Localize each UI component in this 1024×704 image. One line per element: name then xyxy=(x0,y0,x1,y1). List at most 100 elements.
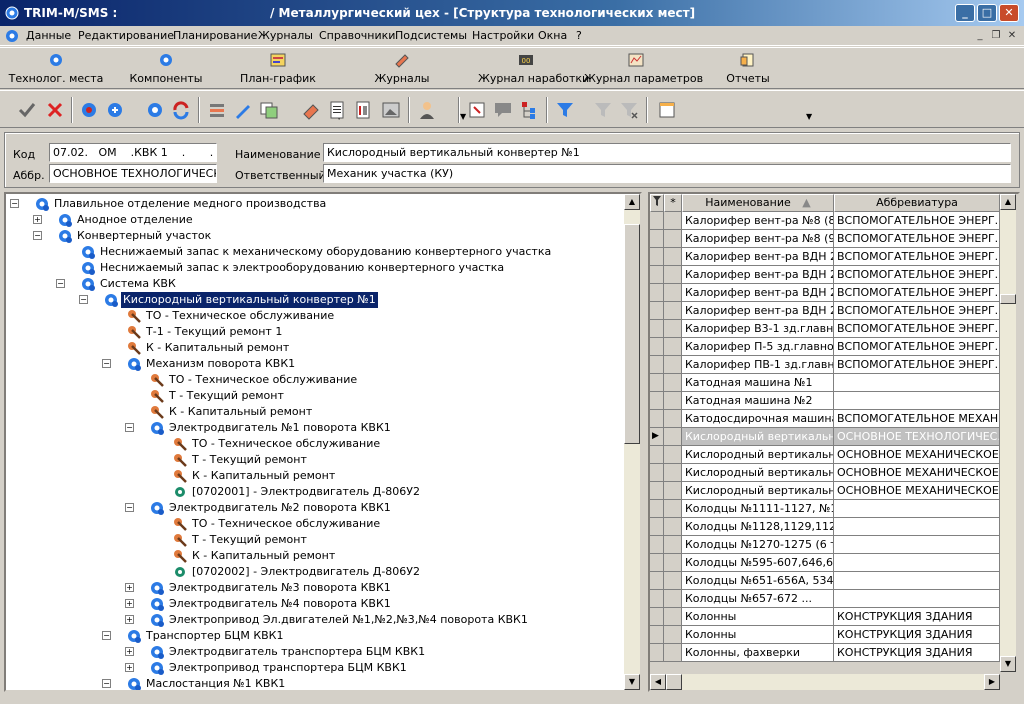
copy-icon[interactable] xyxy=(258,99,280,121)
menu-references[interactable]: Справочники xyxy=(319,29,395,42)
name-cell[interactable]: Калорифер вент-ра ВДН 2... xyxy=(682,302,834,320)
grid-name-header[interactable]: Наименование ▲ xyxy=(682,194,834,212)
abbr-cell[interactable]: ОСНОВНОЕ МЕХАНИЧЕСКОЕ... xyxy=(834,482,1000,500)
name-cell[interactable]: Колонны xyxy=(682,626,834,644)
menu-help[interactable]: ? xyxy=(576,29,582,42)
tree-node[interactable]: ТО - Техническое обслуживание xyxy=(6,372,620,388)
tree-node-label[interactable]: Конвертерный участок xyxy=(75,228,213,244)
doc-list-icon[interactable] xyxy=(326,99,348,121)
grid-scroll-down-button[interactable]: ▼ xyxy=(1000,656,1016,672)
name-cell[interactable]: Колодцы №651-656А, 534,... xyxy=(682,572,834,590)
name-cell[interactable]: Кислородный вертикальн... xyxy=(682,464,834,482)
name-cell[interactable]: Катодная машина №2 xyxy=(682,392,834,410)
add-component-icon[interactable] xyxy=(104,99,126,121)
grid-row[interactable]: Калорифер вент-ра ВДН 2... ВСПОМОГАТЕЛЬНО… xyxy=(650,284,1000,302)
tree-node[interactable]: К - Капитальный ремонт xyxy=(6,548,620,564)
collapse-toggle-icon[interactable]: − xyxy=(125,503,134,512)
minimize-button[interactable]: _ xyxy=(955,4,975,22)
tree-node-label[interactable]: ТО - Техническое обслуживание xyxy=(144,308,336,324)
collapse-toggle-icon[interactable]: − xyxy=(56,279,65,288)
grid-row[interactable]: Калорифер вент-ра ВДН 2... ВСПОМОГАТЕЛЬНО… xyxy=(650,248,1000,266)
abbr-cell[interactable]: КОНСТРУКЦИЯ ЗДАНИЯ xyxy=(834,626,1000,644)
grid-row[interactable]: Калорифер вент-ра №8 (8)... ВСПОМОГАТЕЛЬН… xyxy=(650,212,1000,230)
tree-node-label[interactable]: Система КВК xyxy=(98,276,178,292)
scroll-thumb[interactable] xyxy=(624,224,640,444)
tree-node[interactable]: [0702002] - Электродвигатель Д-806У2 xyxy=(6,564,620,580)
tree-node[interactable]: − Электродвигатель №1 поворота КВК1 xyxy=(6,420,620,436)
name-cell[interactable]: Калорифер ПВ-1 зд.главно... xyxy=(682,356,834,374)
tree-node[interactable]: − Плавильное отделение медного производст… xyxy=(6,196,620,212)
grid-hscrollbar[interactable]: ◀ ▶ xyxy=(650,674,1000,690)
tree-node[interactable]: [0702001] - Электродвигатель Д-806У2 xyxy=(6,484,620,500)
grid-row[interactable]: Колонны, фахверки КОНСТРУКЦИЯ ЗДАНИЯ xyxy=(650,644,1000,662)
tree-node-label[interactable]: ТО - Техническое обслуживание xyxy=(167,372,359,388)
filter-clear-icon[interactable] xyxy=(592,99,614,121)
abbr-cell[interactable]: КОНСТРУКЦИЯ ЗДАНИЯ xyxy=(834,644,1000,662)
grid-row[interactable]: Колодцы №1128,1129,1129... xyxy=(650,518,1000,536)
tree-node[interactable]: Т - Текущий ремонт xyxy=(6,452,620,468)
mdi-gear-icon[interactable] xyxy=(4,28,20,44)
mdi-close-button[interactable]: ✕ xyxy=(1004,29,1020,43)
tech-place-icon[interactable] xyxy=(78,99,100,121)
comment-icon[interactable] xyxy=(492,99,514,121)
grid-row[interactable]: Колодцы №657-672 ... xyxy=(650,590,1000,608)
name-cell[interactable]: Колодцы №657-672 ... xyxy=(682,590,834,608)
maximize-button[interactable]: □ xyxy=(977,4,997,22)
grid-row[interactable]: Калорифер вент-ра №8 (9)... ВСПОМОГАТЕЛЬН… xyxy=(650,230,1000,248)
name-cell[interactable]: Калорифер вент-ра №8 (8)... xyxy=(682,212,834,230)
tree-node-label[interactable]: ТО - Техническое обслуживание xyxy=(190,516,382,532)
grid-star-header[interactable]: * xyxy=(664,194,682,212)
schedule-button[interactable]: План-график xyxy=(236,50,320,88)
hierarchy-icon[interactable] xyxy=(518,99,540,121)
name-cell[interactable]: Калорифер вент-ра ВДН 2... xyxy=(682,266,834,284)
tree-node[interactable]: + Электродвигатель №4 поворота КВК1 xyxy=(6,596,620,612)
tree-node[interactable]: ТО - Техническое обслуживание xyxy=(6,436,620,452)
close-button[interactable]: ✕ xyxy=(999,4,1019,22)
menu-windows[interactable]: Окна xyxy=(538,29,567,42)
grid-row[interactable]: Калорифер В3-1 зд.главно... ВСПОМОГАТЕЛЬН… xyxy=(650,320,1000,338)
name-cell[interactable]: Катодосдирочная машина ... xyxy=(682,410,834,428)
edit-icon[interactable] xyxy=(232,99,254,121)
name-cell[interactable]: Кислородный вертикальн... xyxy=(682,428,834,446)
window-icon[interactable] xyxy=(656,99,678,121)
image-icon[interactable] xyxy=(380,99,402,121)
mdi-minimize-button[interactable]: _ xyxy=(972,29,988,43)
abbr-cell[interactable]: ВСПОМОГАТЕЛЬНОЕ ЭНЕРГ... xyxy=(834,212,1000,230)
components-button[interactable]: Компоненты xyxy=(124,50,208,88)
tree-node[interactable]: + Электродвигатель №3 поворота КВК1 xyxy=(6,580,620,596)
menu-settings[interactable]: Настройки xyxy=(472,29,534,42)
tree-node-label[interactable]: К - Капитальный ремонт xyxy=(190,548,337,564)
abbr-cell[interactable]: ВСПОМОГАТЕЛЬНОЕ ЭНЕРГ... xyxy=(834,338,1000,356)
tree-node[interactable]: + Электропривод Эл.двигателей №1,№2,№3,№4… xyxy=(6,612,620,628)
grid-row[interactable]: Катодная машина №2 xyxy=(650,392,1000,410)
grid-row[interactable]: Катодосдирочная машина ...ВСПОМОГАТЕЛЬНО… xyxy=(650,410,1000,428)
abbr-cell[interactable]: ОСНОВНОЕ ТЕХНОЛОГИЧЕС... xyxy=(834,428,1000,446)
tree-node-label[interactable]: Неснижаемый запас к электрооборудованию … xyxy=(98,260,506,276)
cancel-icon[interactable] xyxy=(44,99,66,121)
name-cell[interactable]: Колонны, фахверки xyxy=(682,644,834,662)
settings-gear-icon[interactable] xyxy=(144,99,166,121)
doc-table-icon[interactable] xyxy=(352,99,374,121)
tree-node-label[interactable]: Кислородный вертикальный конвертер №1 xyxy=(120,291,379,309)
abbr-cell[interactable]: ВСПОМОГАТЕЛЬНОЕ ЭНЕРГ... xyxy=(834,266,1000,284)
expand-toggle-icon[interactable]: + xyxy=(125,663,134,672)
name-cell[interactable]: Кислородный вертикальн... xyxy=(682,482,834,500)
tree-node-label[interactable]: [0702001] - Электродвигатель Д-806У2 xyxy=(190,484,422,500)
tree-node[interactable]: Т-1 - Текущий ремонт 1 xyxy=(6,324,620,340)
grid-row[interactable]: Колодцы №1270-1275 (6 тш.) xyxy=(650,536,1000,554)
tree-node[interactable]: ТО - Техническое обслуживание xyxy=(6,308,620,324)
tree-node-label[interactable]: Т - Текущий ремонт xyxy=(190,532,309,548)
confirm-icon[interactable] xyxy=(16,99,38,121)
grid-row[interactable]: Колодцы №1111-1127, №1... xyxy=(650,500,1000,518)
tree-node-label[interactable]: Неснижаемый запас к механическому оборуд… xyxy=(98,244,553,260)
scroll-up-button[interactable]: ▲ xyxy=(624,194,640,210)
grid-row[interactable]: Колонны КОНСТРУКЦИЯ ЗДАНИЯ xyxy=(650,626,1000,644)
grid-row[interactable]: Кислородный вертикальн... ОСНОВНОЕ МЕХАНИ… xyxy=(650,464,1000,482)
tree-node[interactable]: К - Капитальный ремонт xyxy=(6,404,620,420)
abbr-cell[interactable]: ВСПОМОГАТЕЛЬНОЕ ЭНЕРГ... xyxy=(834,248,1000,266)
collapse-toggle-icon[interactable]: − xyxy=(102,631,111,640)
tree-node-label[interactable]: Маслостанция №1 КВК1 xyxy=(144,676,287,690)
tree-node-label[interactable]: Анодное отделение xyxy=(75,212,195,228)
tree-node-label[interactable]: Механизм поворота КВК1 xyxy=(144,356,297,372)
tree-node[interactable]: + Электродвигатель транспортера БЦМ КВК1 xyxy=(6,644,620,660)
